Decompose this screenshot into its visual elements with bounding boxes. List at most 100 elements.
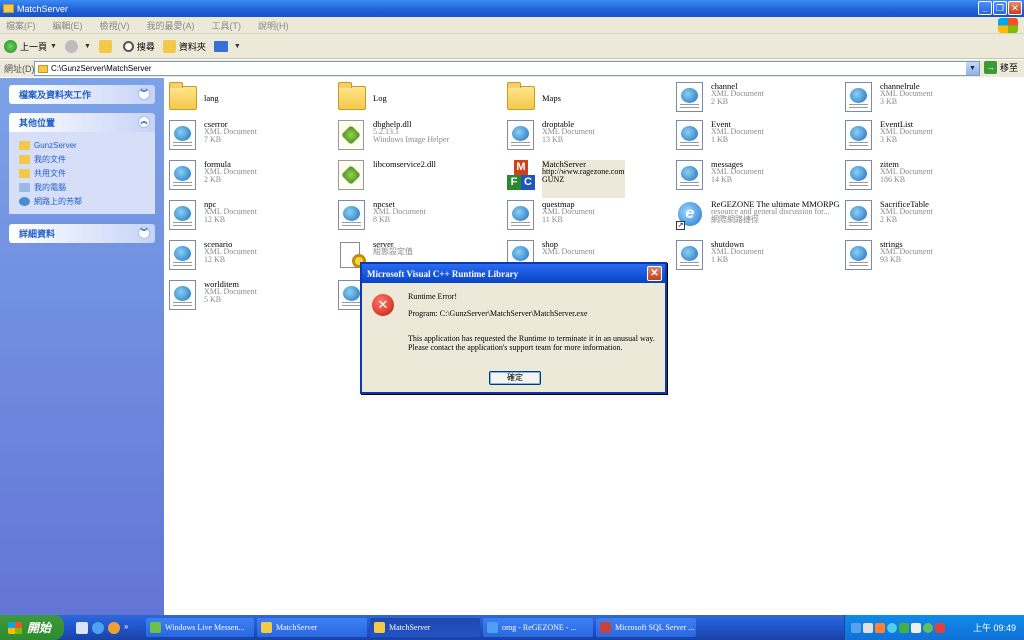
minimize-button[interactable]: _ xyxy=(978,1,992,15)
back-button[interactable]: 上一頁 ▼ xyxy=(4,39,57,53)
file-info: Log xyxy=(373,82,387,120)
xml-document-icon xyxy=(169,200,199,230)
address-dropdown-button[interactable]: ▼ xyxy=(966,62,979,75)
file-item[interactable]: channelrule XML Document 3 KB xyxy=(845,82,1010,120)
folder-icon xyxy=(19,154,30,164)
file-item[interactable]: libcomservice2.dll xyxy=(338,160,503,198)
places-list: GunzServer 我的文件 共用文件 我的電腦 網路上的芳鄰 xyxy=(9,132,155,214)
messenger-icon xyxy=(150,622,161,633)
folder-icon xyxy=(374,622,385,633)
menu-favorites[interactable]: 我的最愛(A) xyxy=(147,19,195,32)
file-item[interactable]: e ↗ ReGEZONE The ultimate MMORPG resource a… xyxy=(676,200,841,238)
file-size: 網際網路捷徑 xyxy=(711,215,759,224)
chevron-down-icon[interactable]: ︾ xyxy=(138,88,150,100)
search-button[interactable]: 搜尋 xyxy=(122,40,155,53)
close-button[interactable]: ✕ xyxy=(1008,1,1022,15)
file-item[interactable]: EventList XML Document 3 KB xyxy=(845,120,1010,158)
tray-ie-icon[interactable] xyxy=(887,622,897,633)
place-link-my-computer[interactable]: 我的電腦 xyxy=(19,180,155,194)
task-matchserver-2[interactable]: MatchServer xyxy=(370,618,480,637)
xml-document-icon xyxy=(169,240,199,270)
dll-file-icon xyxy=(338,160,368,190)
file-item[interactable]: scenario XML Document 12 KB xyxy=(169,240,334,278)
file-item[interactable]: npc XML Document 12 KB xyxy=(169,200,334,238)
panel-details-header[interactable]: 詳細資料 ︾ xyxy=(9,224,155,243)
file-item[interactable]: formula XML Document 2 KB xyxy=(169,160,334,198)
panel-other-places-header[interactable]: 其他位置 ︽ xyxy=(9,113,155,132)
tray-shield-icon[interactable] xyxy=(899,622,909,633)
error-message-line1: This application has requested the Runti… xyxy=(408,334,655,343)
file-item[interactable]: messages XML Document 14 KB xyxy=(676,160,841,198)
chevron-down-icon[interactable]: ︾ xyxy=(138,227,150,239)
file-item[interactable]: zitem XML Document 186 KB xyxy=(845,160,1010,198)
tray-antivirus-icon[interactable] xyxy=(875,622,885,633)
media-player-icon[interactable] xyxy=(108,621,120,634)
file-item[interactable]: SacrificeTable XML Document 2 KB xyxy=(845,200,1010,238)
error-heading: Runtime Error! xyxy=(408,292,458,301)
task-messenger[interactable]: Windows Live Messen... xyxy=(146,618,254,637)
xml-document-icon xyxy=(845,200,875,230)
file-size: 14 KB xyxy=(711,175,733,184)
file-item[interactable]: cserror XML Document 7 KB xyxy=(169,120,334,158)
place-link-shared-documents[interactable]: 共用文件 xyxy=(19,166,155,180)
file-item[interactable]: Log xyxy=(338,82,503,120)
file-item[interactable]: Event XML Document 1 KB xyxy=(676,120,841,158)
ie-icon[interactable] xyxy=(92,621,104,634)
file-size: 12 KB xyxy=(204,255,226,264)
chevron-up-icon[interactable]: ︽ xyxy=(138,116,150,128)
panel-file-tasks-header[interactable]: 檔案及資料夾工作 ︾ xyxy=(9,85,155,104)
tray-messenger-icon[interactable] xyxy=(923,622,933,633)
ok-button[interactable]: 確定 xyxy=(489,371,541,385)
address-input[interactable]: C:\GunzServer\MatchServer ▼ xyxy=(34,61,980,76)
show-desktop-icon[interactable] xyxy=(76,621,88,634)
xml-document-icon xyxy=(169,280,199,310)
tray-network-icon[interactable] xyxy=(863,622,873,633)
up-button[interactable] xyxy=(98,39,115,53)
views-button[interactable]: ▼ xyxy=(213,40,241,52)
xml-document-icon xyxy=(507,200,537,230)
file-item[interactable]: lang xyxy=(169,82,334,120)
dialog-titlebar[interactable]: Microsoft Visual C++ Runtime Library ✕ xyxy=(362,264,665,283)
file-info: libcomservice2.dll xyxy=(373,160,436,198)
place-link-my-documents[interactable]: 我的文件 xyxy=(19,152,155,166)
tray-expand-icon[interactable] xyxy=(851,622,861,633)
menu-edit[interactable]: 編輯(E) xyxy=(53,19,83,32)
menu-view[interactable]: 檢視(V) xyxy=(100,19,130,32)
quick-launch-more-icon[interactable]: » xyxy=(124,622,136,634)
tray-app-icon[interactable] xyxy=(935,622,945,633)
menu-help[interactable]: 說明(H) xyxy=(258,19,289,32)
file-item[interactable]: shutdown XML Document 1 KB xyxy=(676,240,841,278)
tray-volume-icon[interactable] xyxy=(911,622,921,633)
forward-button[interactable]: ▼ xyxy=(64,39,91,53)
menu-file[interactable]: 檔案(F) xyxy=(6,19,36,32)
file-item[interactable]: droptable XML Document 13 KB xyxy=(507,120,672,158)
file-item[interactable]: questmap XML Document 11 KB xyxy=(507,200,672,238)
maximize-button[interactable]: ❐ xyxy=(993,1,1007,15)
panel-other-places: 其他位置 ︽ GunzServer 我的文件 共用文件 我的電腦 網路上的芳鄰 xyxy=(9,113,155,214)
file-item[interactable]: M F C MatchServer http://www.ragezone.com GUN… xyxy=(507,160,672,198)
place-link-gunzserver[interactable]: GunzServer xyxy=(19,138,155,152)
window-titlebar[interactable]: MatchServer _ ❐ ✕ xyxy=(0,0,1024,17)
file-item[interactable]: dbghelp.dll 5.2.13.1 Windows Image Helper xyxy=(338,120,503,158)
file-item[interactable]: strings XML Document 93 KB xyxy=(845,240,1010,278)
task-sql-server[interactable]: Microsoft SQL Server ... xyxy=(596,618,696,637)
start-button[interactable]: 開始 xyxy=(0,615,64,640)
folder-icon xyxy=(261,622,272,633)
file-item[interactable]: worlditem XML Document 5 KB xyxy=(169,280,334,318)
file-info: Maps xyxy=(542,82,561,120)
go-arrow-icon: → xyxy=(984,61,997,74)
runtime-error-dialog: Microsoft Visual C++ Runtime Library ✕ ✕… xyxy=(360,262,667,394)
chevron-down-icon: ▼ xyxy=(83,42,91,50)
file-item[interactable]: Maps xyxy=(507,82,672,120)
menu-tools[interactable]: 工具(T) xyxy=(212,19,242,32)
folder-up-icon xyxy=(98,39,112,53)
dialog-close-button[interactable]: ✕ xyxy=(647,266,662,281)
task-matchserver-1[interactable]: MatchServer xyxy=(257,618,367,637)
file-size: 2 KB xyxy=(711,97,729,106)
file-item[interactable]: channel XML Document 2 KB xyxy=(676,82,841,120)
file-item[interactable]: npcset XML Document 8 KB xyxy=(338,200,503,238)
place-link-network[interactable]: 網路上的芳鄰 xyxy=(19,194,155,208)
folders-button[interactable]: 資料夾 xyxy=(162,39,206,53)
task-ragezone[interactable]: omg - ReGEZONE - ... xyxy=(483,618,593,637)
go-button[interactable]: → 移至 xyxy=(984,61,1018,74)
